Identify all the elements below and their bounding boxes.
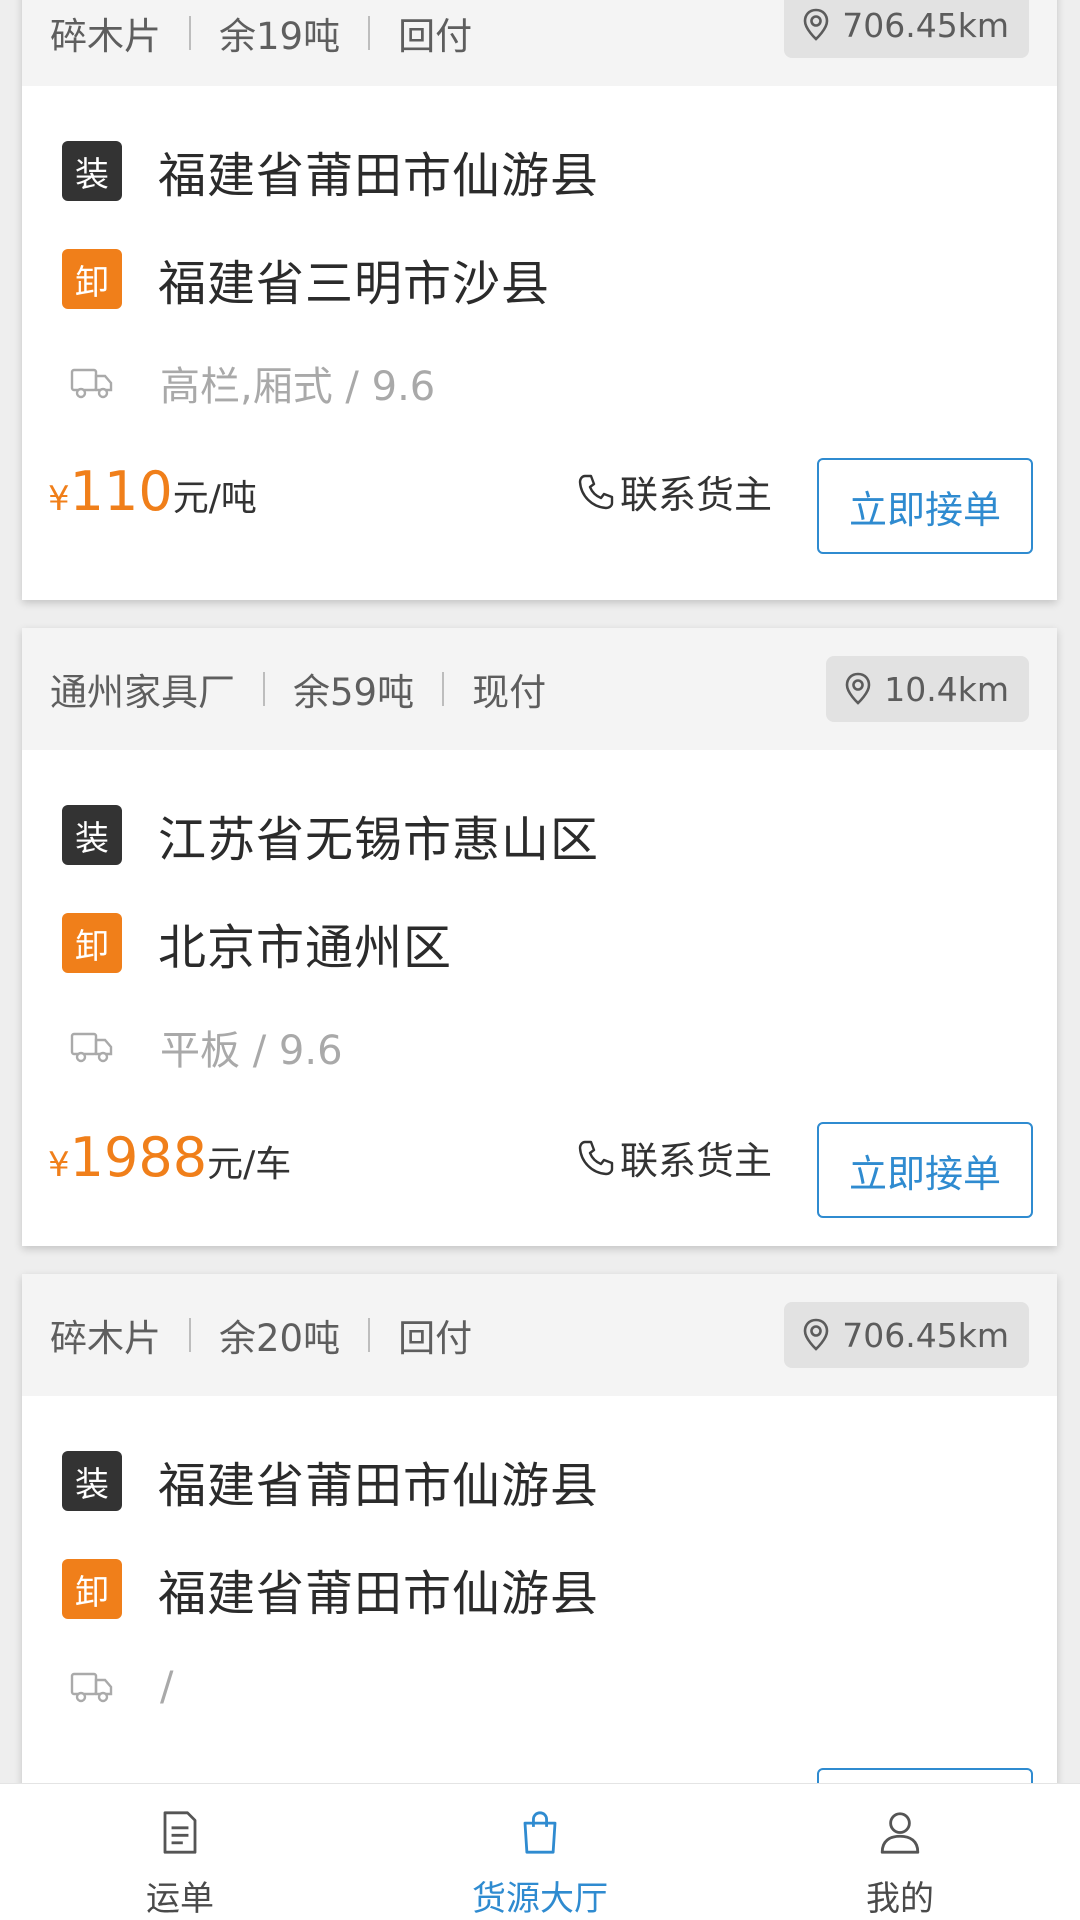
distance-badge: 706.45km [784,1302,1029,1368]
user-icon [880,1812,920,1854]
truck-icon [70,1672,113,1703]
tab-label: 我的 [866,1879,934,1919]
cargo-card[interactable]: 碎木片 余20吨 回付 706.45km 装 福建省莆田市仙游县 卸 福建省莆田… [22,1274,1057,1783]
truck-info: 平板 / 9.6 [70,1018,343,1076]
divider [189,16,191,50]
load-tag: 装 [62,141,122,201]
load-address: 福建省莆田市仙游县 [158,148,600,204]
remaining-weight: 余19吨 [219,15,341,58]
unload-address: 福建省三明市沙县 [158,256,551,312]
phone-icon [578,474,614,509]
contact-shipper-button[interactable]: 联系货主 [576,464,772,519]
cargo-name: 通州家具厂 [50,671,235,714]
truck-info: / [70,1664,173,1710]
cargo-name: 碎木片 [50,15,161,58]
distance-badge: 706.45km [784,0,1029,58]
remaining-weight: 余20吨 [219,1317,341,1360]
unload-address: 福建省莆田市仙游县 [158,1566,600,1622]
cargo-meta: 碎木片 余19吨 回付 [50,6,472,60]
cargo-list[interactable]: 碎木片 余19吨 回付 706.45km 装 福建省莆田市仙游县 卸 福建省三明… [0,0,1080,1783]
location-pin-icon [845,672,871,705]
distance-value: 706.45km [842,5,1009,45]
location-pin-icon [803,8,829,41]
divider [189,1318,191,1352]
price-value: 110 [69,460,173,523]
load-address: 江苏省无锡市惠山区 [158,812,600,868]
bottom-tab-bar: 运单 货源大厅 我的 [0,1783,1080,1920]
truck-spec: / [160,1664,174,1710]
card-header: 通州家具厂 余59吨 现付 10.4km [22,628,1057,750]
payment-type: 回付 [398,15,473,58]
unload-address: 北京市通州区 [158,920,453,976]
document-icon [163,1811,197,1854]
cargo-card[interactable]: 通州家具厂 余59吨 现付 10.4km 装 江苏省无锡市惠山区 卸 北京市通州… [22,628,1057,1246]
tab-label: 运单 [146,1879,214,1919]
payment-type: 现付 [472,671,547,714]
accept-order-button[interactable] [817,1768,1033,1783]
truck-icon [70,368,113,399]
cargo-meta: 通州家具厂 余59吨 现付 [50,662,546,716]
tab-mine[interactable]: 我的 [720,1784,1080,1920]
payment-type: 回付 [398,1317,473,1360]
unload-route: 卸 福建省莆田市仙游县 [62,1554,599,1624]
divider [368,16,371,50]
truck-info: 高栏,厢式 / 9.6 [70,354,435,412]
price: ¥ 1988 元/车 [48,1126,291,1189]
price-unit: 元/车 [207,1144,292,1185]
price-unit: 元/吨 [172,478,257,519]
divider [263,672,265,706]
truck-spec: 平板 / 9.6 [160,1028,343,1074]
phone-icon [578,1140,614,1175]
load-route: 装 江苏省无锡市惠山区 [62,800,599,870]
unload-route: 卸 北京市通州区 [62,908,452,978]
distance-value: 706.45km [842,1315,1009,1355]
price-currency: ¥ [48,1145,70,1185]
unload-tag: 卸 [62,1559,122,1619]
accept-order-button[interactable]: 立即接单 [817,458,1033,554]
contact-label: 联系货主 [620,1139,773,1183]
truck-icon [70,1032,113,1063]
card-header: 碎木片 余19吨 回付 706.45km [22,0,1057,86]
load-route: 装 福建省莆田市仙游县 [62,136,599,206]
load-tag: 装 [62,805,122,865]
bag-icon [523,1811,557,1854]
cargo-meta: 碎木片 余20吨 回付 [50,1308,472,1362]
tab-cargo-hall[interactable]: 货源大厅 [360,1784,720,1920]
load-address: 福建省莆田市仙游县 [158,1458,600,1514]
accept-order-button[interactable]: 立即接单 [817,1122,1033,1218]
card-header: 碎木片 余20吨 回付 706.45km [22,1274,1057,1396]
load-tag: 装 [62,1451,122,1511]
distance-value: 10.4km [884,669,1009,709]
divider [368,1318,371,1352]
distance-badge: 10.4km [826,656,1029,722]
truck-spec: 高栏,厢式 / 9.6 [160,364,436,410]
cargo-name: 碎木片 [50,1317,161,1360]
unload-route: 卸 福建省三明市沙县 [62,244,550,314]
price-value: 1988 [69,1126,208,1189]
load-route: 装 福建省莆田市仙游县 [62,1446,599,1516]
divider [442,672,445,706]
cargo-card[interactable]: 碎木片 余19吨 回付 706.45km 装 福建省莆田市仙游县 卸 福建省三明… [22,0,1057,600]
location-pin-icon [803,1318,829,1351]
unload-tag: 卸 [62,249,122,309]
contact-label: 联系货主 [620,473,773,517]
tab-waybill[interactable]: 运单 [0,1784,360,1920]
remaining-weight: 余59吨 [293,671,415,714]
tab-label: 货源大厅 [472,1879,608,1919]
contact-shipper-button[interactable]: 联系货主 [576,1130,772,1185]
unload-tag: 卸 [62,913,122,973]
price: ¥ 110 元/吨 [48,460,257,523]
price-currency: ¥ [48,479,70,519]
